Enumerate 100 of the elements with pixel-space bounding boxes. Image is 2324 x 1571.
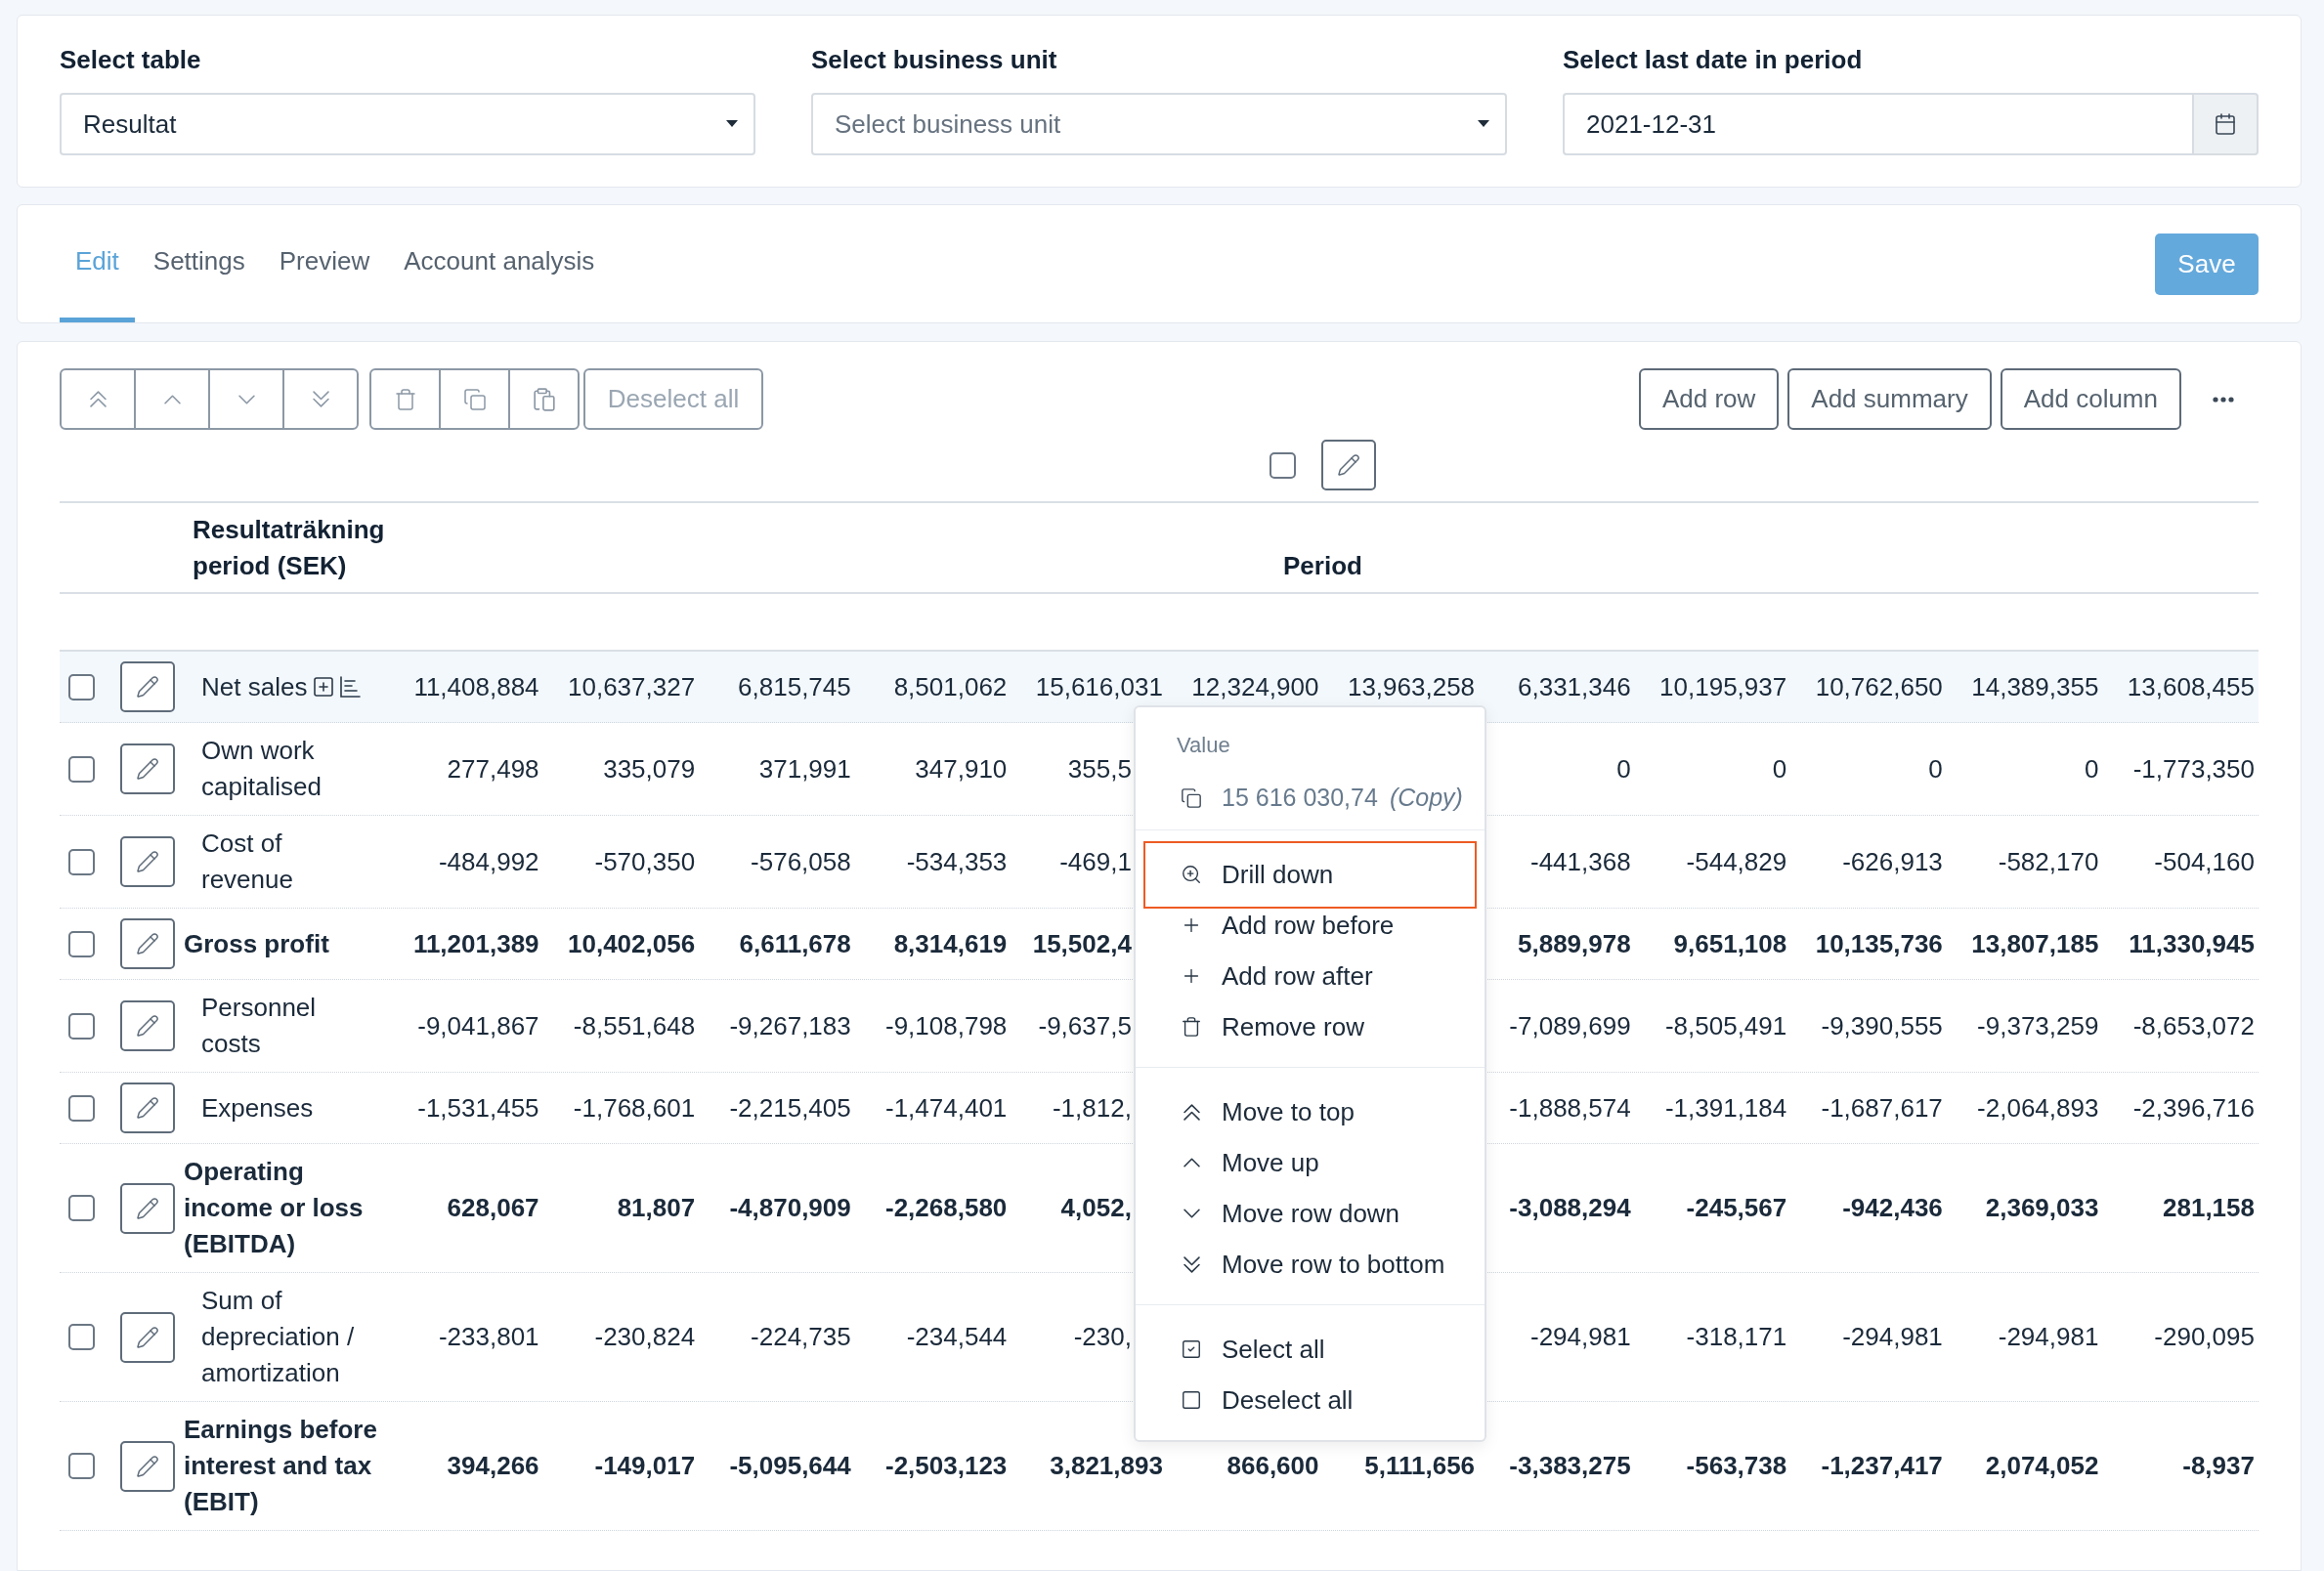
pencil-icon <box>136 1096 159 1120</box>
checkbox[interactable] <box>68 1012 95 1040</box>
edit-button[interactable] <box>120 918 175 969</box>
edit-button[interactable] <box>120 1182 175 1234</box>
caret-icon <box>726 120 738 127</box>
tab[interactable]: Settings <box>137 205 261 322</box>
checkbox[interactable] <box>68 1453 95 1479</box>
tab[interactable]: Account analysis <box>388 205 611 322</box>
menu-item[interactable]: Add row after <box>1143 951 1477 1001</box>
row-name: Sum of depreciation / amortization <box>201 1285 356 1389</box>
amount: 281,158 <box>2163 1192 2255 1224</box>
pencil-icon <box>136 675 159 699</box>
amount: 0 <box>2084 752 2099 786</box>
row-name: Operating income or loss (EBITDA) <box>184 1156 365 1260</box>
menu-item[interactable]: Move row to bottom <box>1143 1239 1477 1290</box>
column-group-heading: Period <box>1283 550 1362 582</box>
checkbox[interactable] <box>68 1195 95 1221</box>
tab[interactable]: Preview <box>263 205 386 322</box>
menu-item[interactable]: Drill down <box>1143 840 1477 909</box>
row-name: Personnel costs <box>201 992 318 1060</box>
menu-item[interactable]: Deselect all <box>1143 1375 1477 1425</box>
menu-item[interactable]: Move to top <box>1143 1086 1477 1137</box>
amount: -233,801 <box>438 1321 539 1353</box>
amount: -1,768,601 <box>573 1091 696 1125</box>
checked-box-icon <box>1181 1338 1202 1360</box>
row-name: Own work capitalised <box>201 735 323 803</box>
trash-icon <box>1181 1016 1202 1038</box>
amount: 347,910 <box>915 752 1008 786</box>
amount: -9,637,5 <box>1038 1009 1132 1042</box>
checkbox[interactable] <box>68 1094 95 1122</box>
add-button[interactable]: Add summary <box>1787 368 1992 430</box>
amount: -8,937 <box>2182 1450 2255 1482</box>
menu-item[interactable]: Remove row <box>1143 1001 1477 1052</box>
amount: -626,913 <box>1842 845 1943 878</box>
checkbox[interactable] <box>68 848 95 875</box>
edit-button[interactable] <box>1321 440 1376 490</box>
edit-button[interactable] <box>120 1000 175 1051</box>
amount: -8,653,072 <box>2132 1009 2255 1042</box>
edit-button[interactable] <box>120 1440 175 1492</box>
edit-button[interactable] <box>120 661 175 712</box>
amount: -582,170 <box>1998 845 2099 878</box>
calendar-icon <box>2214 112 2237 136</box>
caret-icon <box>1478 120 1489 127</box>
amount: -5,095,644 <box>729 1450 851 1482</box>
checkbox[interactable] <box>68 755 95 783</box>
amount: 13,963,258 <box>1347 670 1476 703</box>
amount: -9,373,259 <box>1977 1009 2099 1042</box>
checkbox[interactable] <box>68 673 95 701</box>
double-chevron-down-icon <box>312 391 329 407</box>
edit-button[interactable] <box>120 743 175 794</box>
amount: -224,735 <box>751 1321 851 1353</box>
checkbox[interactable] <box>68 1324 95 1350</box>
amount: -8,551,648 <box>573 1009 696 1042</box>
amount: 10,637,327 <box>568 670 696 703</box>
amount: 15,616,031 <box>1035 670 1163 703</box>
amount: -3,383,275 <box>1509 1450 1631 1482</box>
amount: -294,981 <box>1998 1321 2099 1353</box>
row-name: Cost of revenue <box>201 828 294 896</box>
chevron-up-icon <box>1183 1158 1200 1168</box>
amount: -1,531,455 <box>417 1091 539 1125</box>
add-button[interactable]: Add row <box>1638 368 1780 430</box>
edit-button[interactable] <box>120 1311 175 1363</box>
edit-button[interactable] <box>120 836 175 887</box>
calendar-button[interactable] <box>2192 93 2259 155</box>
amount: -2,064,893 <box>1977 1091 2099 1125</box>
menu-section-label: Value <box>1176 732 1231 759</box>
amount: -1,391,184 <box>1664 1091 1787 1125</box>
menu-item[interactable]: Move row down <box>1143 1188 1477 1239</box>
amount: 866,600 <box>1227 1450 1319 1482</box>
amount: -1,687,617 <box>1821 1091 1943 1125</box>
amount: -563,738 <box>1686 1450 1787 1482</box>
pencil-icon <box>136 1196 159 1220</box>
amount: 394,266 <box>447 1450 539 1482</box>
date-field[interactable]: 2021-12-31 <box>1563 93 2192 155</box>
amount: 0 <box>1928 752 1943 786</box>
edit-button[interactable] <box>120 1083 175 1133</box>
amount: -504,160 <box>2154 845 2255 878</box>
chevron-up-icon <box>163 394 181 404</box>
copy-value-button[interactable]: 15 616 030,74 (Copy) <box>1143 773 1477 824</box>
amount: 6,331,346 <box>1518 670 1631 703</box>
double-chevron-up-icon <box>1183 1103 1200 1121</box>
amount: 10,402,056 <box>568 927 696 960</box>
amount: -469,1 <box>1059 845 1132 878</box>
amount: -570,350 <box>594 845 696 878</box>
list-icon[interactable] <box>340 676 362 698</box>
amount: -4,870,909 <box>729 1192 851 1224</box>
amount: 5,111,656 <box>1364 1450 1476 1482</box>
amount: 5,889,978 <box>1518 927 1631 960</box>
expand-icon[interactable] <box>312 675 336 699</box>
menu-item[interactable]: Select all <box>1143 1324 1477 1375</box>
add-button[interactable]: Add column <box>2000 368 2181 430</box>
amount: 8,314,619 <box>893 927 1008 960</box>
amount: 628,067 <box>447 1192 539 1224</box>
menu-item[interactable]: Move up <box>1143 1137 1477 1188</box>
checkbox[interactable] <box>68 930 95 957</box>
select-field[interactable]: Select business unit <box>811 93 1507 155</box>
amount: 355,5 <box>1067 752 1132 786</box>
amount: 2,369,033 <box>1985 1192 2099 1224</box>
select-field[interactable]: Resultat <box>60 93 755 155</box>
checkbox[interactable] <box>1270 451 1296 479</box>
